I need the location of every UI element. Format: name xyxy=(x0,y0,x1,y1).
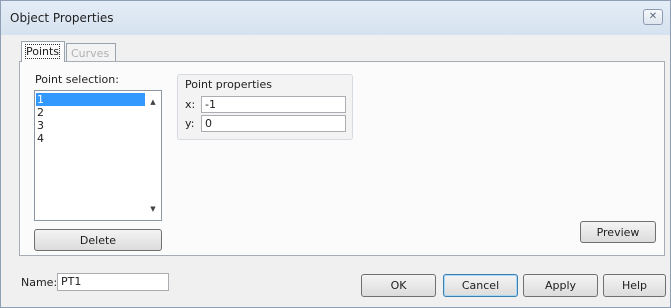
tab-panel-points: Point selection: 1 2 3 4 ▲ ▼ Delete Poin… xyxy=(19,61,665,256)
delete-button[interactable]: Delete xyxy=(34,229,162,251)
y-coordinate-input[interactable]: 0 xyxy=(201,115,346,132)
ok-button-label: OK xyxy=(390,279,407,292)
preview-button[interactable]: Preview xyxy=(580,221,656,243)
point-properties-label: Point properties xyxy=(185,78,272,91)
list-item[interactable]: 4 xyxy=(36,132,145,145)
cancel-button[interactable]: Cancel xyxy=(443,274,518,297)
apply-button-label: Apply xyxy=(544,279,577,292)
tab-curves[interactable]: Curves xyxy=(66,43,116,61)
list-item[interactable]: 3 xyxy=(36,119,145,132)
delete-button-label: Delete xyxy=(79,233,117,247)
apply-button[interactable]: Apply xyxy=(523,274,598,297)
ok-button[interactable]: OK xyxy=(361,274,436,297)
point-selection-list[interactable]: 1 2 3 4 ▲ ▼ xyxy=(34,90,162,221)
point-properties-group: Point properties x: -1 y: 0 xyxy=(177,74,353,140)
tab-points[interactable]: Points xyxy=(21,41,65,62)
scroll-up-arrow-icon[interactable]: ▲ xyxy=(148,97,158,107)
window-title: Object Properties xyxy=(10,11,114,25)
help-button-label: Help xyxy=(621,279,648,292)
close-button[interactable]: ✕ xyxy=(643,9,663,25)
close-icon: ✕ xyxy=(648,11,658,22)
list-item[interactable]: 1 xyxy=(36,93,145,106)
tab-points-label: Points xyxy=(24,44,61,59)
y-label: y: xyxy=(185,117,195,130)
x-label: x: xyxy=(185,98,196,111)
preview-button-label: Preview xyxy=(596,225,640,239)
title-bar: Object Properties ✕ xyxy=(1,1,670,35)
list-item[interactable]: 2 xyxy=(36,106,145,119)
x-coordinate-input[interactable]: -1 xyxy=(201,96,346,113)
tab-curves-label: Curves xyxy=(71,47,110,60)
cancel-button-label: Cancel xyxy=(461,279,500,292)
object-properties-dialog: Object Properties ✕ Points Curves Point … xyxy=(0,0,671,308)
name-input[interactable]: PT1 xyxy=(57,273,169,291)
name-label: Name: xyxy=(21,276,58,289)
help-button[interactable]: Help xyxy=(603,274,666,297)
scroll-down-arrow-icon[interactable]: ▼ xyxy=(148,204,158,214)
point-selection-label: Point selection: xyxy=(35,73,119,86)
